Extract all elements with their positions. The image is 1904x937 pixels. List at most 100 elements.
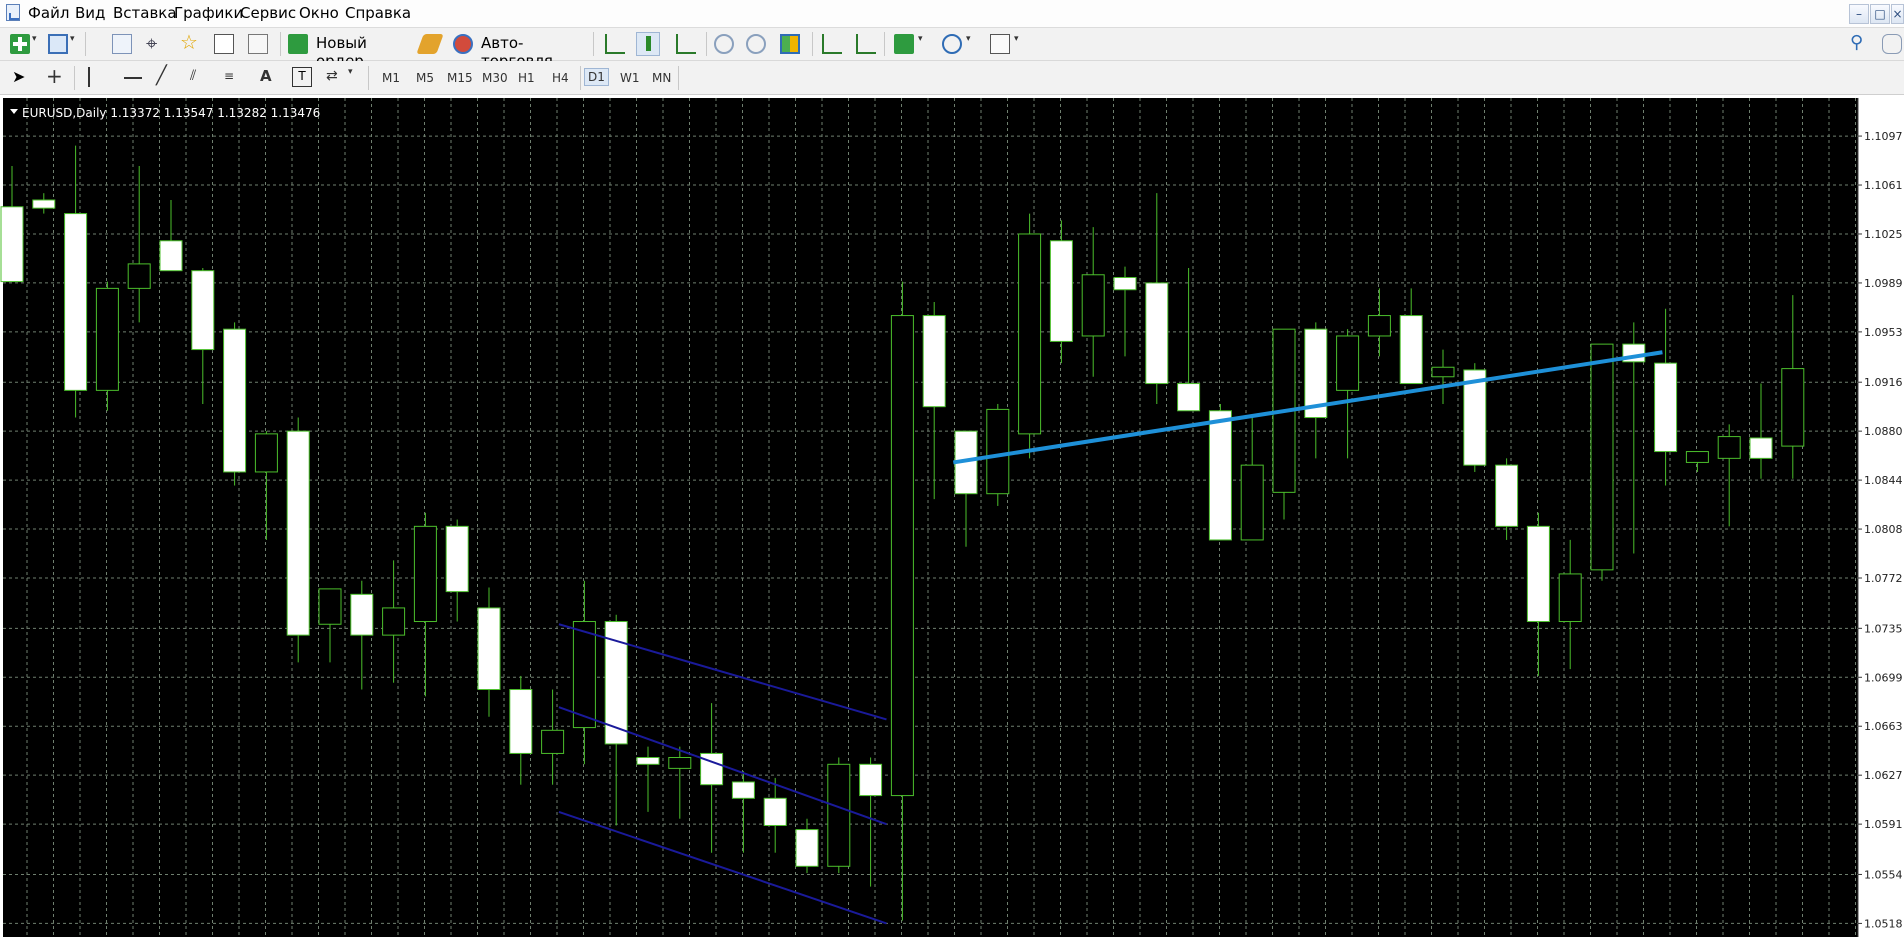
text-label-icon[interactable]: T (292, 67, 312, 87)
menu-view[interactable]: Вид (75, 4, 105, 22)
candlestick-chart-icon[interactable] (636, 32, 660, 56)
y-tick-label: 1.0591 (1864, 818, 1903, 831)
chart-window[interactable]: 1.1097 1.1061 1.1025 1.0989 1.0953 1.0916 1.08… (0, 95, 1904, 937)
text-tool-icon[interactable]: A (260, 67, 280, 87)
menu-file[interactable]: Файл (28, 4, 69, 22)
new-chart-icon[interactable] (10, 34, 30, 54)
restore-button[interactable]: □ (1870, 4, 1890, 24)
search-icon[interactable]: ⚲ (1850, 33, 1870, 53)
candle-body (1367, 315, 1391, 337)
chevron-down-icon[interactable]: ▾ (70, 34, 80, 54)
templates-icon[interactable] (990, 34, 1010, 54)
candle-body (286, 430, 310, 636)
candle-body (127, 263, 151, 289)
candle-body (668, 757, 692, 769)
candle-body (636, 757, 660, 765)
bar-chart-icon[interactable] (605, 34, 625, 54)
tile-windows-icon[interactable] (780, 34, 800, 54)
menu-tools[interactable]: Сервис (240, 4, 296, 22)
candle-body (254, 433, 278, 473)
candle-body (859, 763, 883, 797)
drawing-toolbar: ➤ + ╱ ⫽ ≡ A T ⇄ ▾ M1 M5 M15 M30 H1 H4 D1… (0, 61, 1904, 95)
candle-body (890, 315, 914, 797)
chart-background (3, 98, 1858, 937)
vertical-line-icon[interactable] (88, 67, 90, 87)
candle-body (1431, 366, 1455, 378)
auto-scroll-icon[interactable] (856, 34, 876, 54)
candle-body (1336, 335, 1360, 391)
price-chart[interactable]: 1.1097 1.1061 1.1025 1.0989 1.0953 1.0916 1.08… (0, 95, 1904, 937)
app-icon[interactable] (6, 4, 20, 21)
equidistant-channel-icon[interactable]: ⫽ (190, 67, 210, 87)
chevron-down-icon[interactable]: ▾ (966, 34, 976, 54)
candle-body (795, 829, 819, 867)
chat-icon[interactable] (1882, 34, 1902, 54)
timeframe-m5[interactable]: M5 (416, 71, 434, 85)
minimize-button[interactable]: – (1849, 4, 1869, 24)
y-tick-label: 1.0518 (1864, 917, 1903, 930)
menu-charts[interactable]: Графики (174, 4, 243, 22)
candle-body (1654, 362, 1678, 453)
chevron-down-icon[interactable]: ▾ (32, 34, 42, 54)
timeframe-d1[interactable]: D1 (584, 68, 609, 86)
menu-bar: Файл Вид Вставка Графики Сервис Окно Спр… (0, 0, 1904, 28)
candle-body (572, 621, 596, 729)
candle-body (191, 270, 215, 351)
timeframe-m30[interactable]: M30 (482, 71, 508, 85)
timeframe-m15[interactable]: M15 (447, 71, 473, 85)
zoom-in-icon[interactable] (714, 34, 734, 54)
candle-body (1590, 343, 1614, 571)
arrows-icon[interactable]: ⇄ (326, 67, 346, 87)
menu-window[interactable]: Окно (299, 4, 339, 22)
candle-body (0, 206, 24, 283)
y-tick-label: 1.0735 (1864, 622, 1903, 635)
timeframe-w1[interactable]: W1 (620, 71, 640, 85)
zoom-out-icon[interactable] (746, 34, 766, 54)
candle-body (1049, 240, 1073, 342)
y-tick-label: 1.1061 (1864, 179, 1903, 192)
y-tick-label: 1.0699 (1864, 671, 1903, 684)
chevron-down-icon[interactable]: ▾ (1014, 34, 1024, 54)
favorites-star-icon[interactable]: ☆ (180, 32, 200, 52)
candle-body (1177, 383, 1201, 412)
timeframe-m1[interactable]: M1 (382, 71, 400, 85)
candle-body (95, 287, 119, 391)
candle-body (1240, 464, 1264, 541)
timeframe-mn[interactable]: MN (652, 71, 671, 85)
crosshair-icon[interactable]: ⌖ (146, 33, 166, 53)
chart-header: EURUSD,Daily 1.13372 1.13547 1.13282 1.1… (22, 106, 320, 120)
candle-body (445, 525, 469, 593)
timeframe-h4[interactable]: H4 (552, 71, 569, 85)
menu-help[interactable]: Справка (345, 4, 411, 22)
timeframe-h1[interactable]: H1 (518, 71, 535, 85)
candle-body (763, 797, 787, 826)
y-tick-label: 1.1097 (1864, 130, 1903, 143)
candle-body (731, 781, 755, 799)
line-chart-icon[interactable] (676, 34, 696, 54)
new-order-button[interactable]: Новый ордер (286, 32, 412, 70)
chart-shift-icon[interactable] (822, 34, 842, 54)
fibonacci-icon[interactable]: ≡ (224, 67, 244, 87)
periods-clock-icon[interactable] (942, 34, 962, 54)
trendline-icon[interactable]: ╱ (156, 67, 176, 87)
horizontal-line-icon[interactable] (124, 77, 142, 79)
strategy-tester-icon[interactable] (248, 34, 268, 54)
candle-body (827, 763, 851, 867)
auto-trading-button[interactable]: Авто-торговля (451, 32, 587, 70)
crosshair-tool-icon[interactable]: + (46, 66, 66, 87)
chevron-down-icon[interactable]: ▾ (348, 67, 358, 87)
indicators-icon[interactable] (894, 34, 914, 54)
market-watch-icon[interactable] (112, 34, 132, 54)
candle-body (1208, 410, 1232, 541)
candle-body (64, 213, 88, 391)
profiles-icon[interactable] (48, 34, 68, 54)
auto-trading-icon (453, 34, 473, 54)
meta-editor-icon[interactable] (416, 34, 444, 54)
menu-insert[interactable]: Вставка (113, 4, 177, 22)
candle-body (1558, 573, 1582, 623)
cursor-arrow-icon[interactable]: ➤ (12, 68, 32, 88)
candle-body (1717, 436, 1741, 459)
close-button[interactable]: × (1891, 4, 1904, 24)
chevron-down-icon[interactable]: ▾ (918, 34, 928, 54)
terminal-icon[interactable] (214, 34, 234, 54)
